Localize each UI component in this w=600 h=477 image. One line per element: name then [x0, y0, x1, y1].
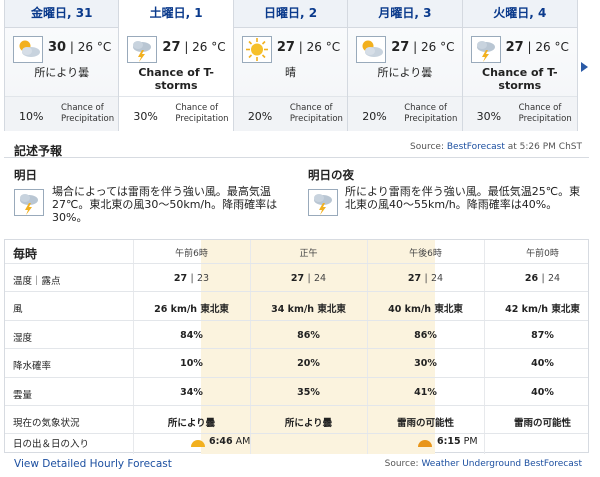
sunset-time: 6:15 PM [437, 436, 478, 447]
hourly-cell: 40 km/h 東北東 [388, 304, 463, 316]
day-temps: 30 | 26 °C [48, 40, 112, 55]
table-row: 湿度 84% 86% 86% 87% [5, 321, 588, 350]
narrative-source: Source: BestForecast at 5:26 PM ChST [410, 142, 582, 152]
day-card[interactable]: 日曜日, 2 27 | 26 °C 晴 20% Chance of Precipitati… [233, 0, 349, 131]
daily-forecast-strip: 金曜日, 31 30 | 26 °C 所により曇 10% Chance of Precip… [4, 0, 578, 131]
row-label: 降水確率 [13, 361, 52, 373]
day-condition: Chance of T-storms [482, 66, 558, 92]
day-card[interactable]: 金曜日, 31 30 | 26 °C 所により曇 10% Chance of Precip… [5, 0, 120, 131]
hourly-cell: 42 km/h 東北東 [505, 304, 580, 316]
hourly-cell: 20% [297, 358, 320, 370]
hour-label: 午後6時 [409, 249, 442, 259]
divider [4, 157, 589, 158]
temp-dewpoint-cell: 27 | 24 [407, 273, 444, 284]
hourly-cell: 10% [180, 358, 203, 370]
hourly-cell: 雷雨の可能性 [513, 418, 571, 429]
hourly-cell: 86% [414, 329, 437, 341]
hourly-cell: 雷雨の可能性 [396, 418, 454, 429]
day-precip: 30% Chance of Precipitation [119, 96, 233, 131]
table-row: 温度｜露点 27 | 23 27 | 24 27 | 24 26 | 24 [5, 264, 588, 293]
day-label[interactable]: 月曜日, 3 [348, 0, 462, 28]
hourly-cell: 34 km/h 東北東 [271, 304, 346, 316]
day-card[interactable]: 土曜日, 1 27 | 26 °C Chance of T-storms 30% Cha… [119, 0, 234, 131]
hourly-cell: 所により曇 [167, 418, 216, 429]
day-label[interactable]: 火曜日, 4 [462, 0, 578, 28]
day-condition: Chance of T-storms [138, 66, 214, 92]
row-label: 現在の気象状況 [13, 418, 80, 429]
tomorrow-night-text: 所により雷雨を伴う強い風。最低気温25℃。東 北東の風40～55km/h。降雨確… [345, 185, 581, 211]
hourly-forecast-link[interactable]: View Detailed Hourly Forecast [14, 458, 172, 470]
thunderstorm-icon [470, 36, 501, 63]
partly-cloudy-icon [356, 36, 387, 63]
day-condition: 所により曇 [377, 66, 433, 79]
weather-underground-link[interactable]: Weather Underground BestForecast [421, 459, 582, 469]
table-row: 降水確率 10% 20% 30% 40% [5, 349, 588, 378]
hourly-cell: 30% [414, 358, 437, 370]
tomorrow-title: 明日 [14, 168, 37, 182]
day-label[interactable]: 日曜日, 2 [233, 0, 348, 28]
hourly-header-row: 毎時 午前6時 正午 午後6時 午前0時 [5, 240, 588, 264]
footer-source: Source: Weather Underground BestForecast [384, 459, 582, 469]
day-precip: 10% Chance of Precipitation [5, 96, 119, 131]
sunset-icon [418, 440, 432, 447]
partly-cloudy-icon [13, 36, 43, 63]
hourly-title: 毎時 [13, 247, 38, 261]
sunrise-icon [191, 440, 205, 447]
day-precip: 20% Chance of Precipitation [348, 96, 462, 131]
hour-label: 午前6時 [175, 249, 208, 259]
hour-label: 正午 [299, 249, 318, 259]
day-card[interactable]: 月曜日, 3 27 | 26 °C 所により曇 20% Chance of Precipi… [348, 0, 463, 131]
hourly-cell: 40% [531, 358, 554, 370]
table-row: 風 26 km/h 東北東 34 km/h 東北東 40 km/h 東北東 42 km… [5, 292, 588, 321]
day-condition: 所により曇 [34, 66, 90, 79]
bestforecast-link[interactable]: BestForecast [447, 142, 505, 152]
hourly-cell: 84% [180, 329, 203, 341]
day-label[interactable]: 金曜日, 31 [5, 0, 119, 28]
sunny-icon [241, 36, 272, 63]
hourly-cell: 40% [531, 386, 554, 398]
sunrise-time: 6:46 AM [209, 436, 251, 447]
row-label: 雲量 [13, 389, 33, 401]
day-temps: 27 | 26 °C [391, 40, 455, 55]
hourly-cell: 87% [531, 329, 554, 341]
day-temps: 27 | 26 °C [505, 40, 569, 55]
hourly-cell: 41% [414, 386, 437, 398]
hourly-cell: 所により曇 [284, 418, 333, 429]
day-temps: 27 | 26 °C [162, 40, 226, 55]
hourly-table: 毎時 午前6時 正午 午後6時 午前0時 温度｜露点 27 | 23 27 | 24 27… [4, 239, 589, 454]
temp-dewpoint-cell: 27 | 23 [173, 273, 210, 284]
row-label: 風 [13, 304, 23, 316]
row-label: 湿度 [13, 332, 33, 344]
row-label: 温度｜露点 [13, 276, 61, 287]
thunderstorm-icon [308, 189, 338, 216]
hourly-cell: 34% [180, 386, 203, 398]
thunderstorm-icon [127, 36, 158, 63]
table-row: 雲量 34% 35% 41% 40% [5, 378, 588, 406]
temp-dewpoint-cell: 26 | 24 [524, 273, 561, 284]
day-card[interactable]: 火曜日, 4 27 | 26 °C Chance of T-storms 30% Cha… [462, 0, 578, 131]
day-precip: 20% Chance of Precipitation [233, 96, 348, 131]
sun-row-label: 日の出＆日の入り [13, 439, 90, 450]
hourly-cell: 35% [297, 386, 320, 398]
thunderstorm-icon [14, 189, 44, 216]
day-temps: 27 | 26 °C [276, 40, 341, 55]
hourly-cell: 26 km/h 東北東 [154, 304, 229, 316]
hourly-cell: 86% [297, 329, 320, 341]
temp-dewpoint-cell: 27 | 24 [290, 273, 327, 284]
table-row: 現在の気象状況 所により曇 所により曇 雷雨の可能性 雷雨の可能性 [5, 406, 588, 435]
day-precip: 30% Chance of Precipitation [462, 96, 578, 131]
next-days-arrow-icon[interactable] [581, 62, 588, 72]
day-condition: 晴 [285, 66, 297, 79]
tomorrow-night-title: 明日の夜 [308, 168, 354, 182]
hour-label: 午前0時 [526, 249, 559, 259]
day-label[interactable]: 土曜日, 1 [119, 0, 233, 28]
sun-row: 日の出＆日の入り [5, 434, 588, 454]
tomorrow-text: 場合によっては雷雨を伴う強い風。最高気温 27℃。東北東の風30～50km/h。… [52, 185, 278, 224]
